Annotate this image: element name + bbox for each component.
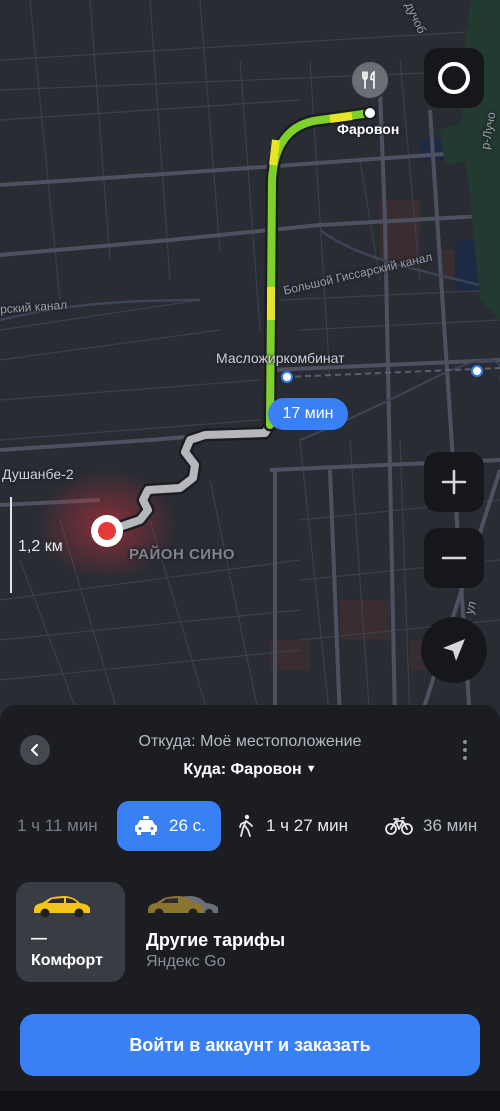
- zoom-in-button[interactable]: [424, 452, 484, 512]
- tariff-comfort-card[interactable]: — Комфорт: [16, 882, 125, 982]
- alice-icon: [438, 62, 470, 94]
- system-navigation-bar: [0, 1091, 500, 1111]
- other-tariffs-button[interactable]: Другие тарифы Яндекс Go: [146, 882, 396, 982]
- caret-down-icon: ▼: [305, 763, 317, 775]
- taxi-icon: [133, 815, 159, 837]
- route-eta-badge: 17 мин: [268, 398, 348, 430]
- tariff-name: Комфорт: [31, 952, 103, 969]
- more-dot: [463, 740, 467, 744]
- other-tariffs-subtitle: Яндекс Go: [146, 953, 226, 970]
- route-bottom-sheet: Откуда: Моё местоположение Куда: Фаровон…: [0, 705, 500, 1091]
- alice-button[interactable]: [424, 48, 484, 108]
- map-scale-label: 1,2 км: [18, 538, 63, 555]
- more-dot: [463, 756, 467, 760]
- login-and-order-button[interactable]: Войти в аккаунт и заказать: [20, 1014, 480, 1076]
- mode-bike-label: 36 мин: [423, 816, 478, 835]
- comfort-car-icon: [34, 896, 90, 918]
- district-label: РАЙОН СИНО: [129, 546, 236, 563]
- restaurant-icon: [362, 70, 375, 89]
- destination-poi-marker[interactable]: [350, 60, 390, 100]
- mode-car-tab[interactable]: 1 ч 11 мин: [17, 801, 98, 851]
- destination-map-label: Фаровон: [337, 121, 400, 137]
- more-options-button[interactable]: [455, 735, 475, 765]
- my-location-button[interactable]: [421, 617, 487, 683]
- mode-bike-tab[interactable]: 36 мин: [385, 801, 477, 851]
- from-field[interactable]: Откуда: Моё местоположение: [0, 733, 500, 751]
- minus-icon: [441, 556, 467, 560]
- transport-mode-tabs: 1 ч 11 мин 26 с. 1 ч 27 мин 36 мин: [0, 801, 500, 851]
- navigation-arrow-icon: [443, 639, 465, 661]
- zoom-out-button[interactable]: [424, 528, 484, 588]
- mode-walk-label: 1 ч 27 мин: [266, 816, 348, 835]
- map-scale-bar: [10, 497, 12, 593]
- map-view[interactable]: Фаровон Масложиркомбинат Душанбе-2 РАЙОН…: [0, 0, 500, 720]
- tariff-price: —: [31, 930, 47, 947]
- to-field-label: Куда: Фаровон: [183, 761, 302, 778]
- other-tariffs-title: Другие тарифы: [146, 930, 286, 950]
- plus-icon: [441, 469, 467, 495]
- mode-car-label: 1 ч 11 мин: [17, 816, 98, 835]
- mode-walk-tab[interactable]: 1 ч 27 мин: [236, 801, 348, 851]
- mode-taxi-label: 26 с.: [169, 816, 206, 835]
- walk-icon: [236, 814, 256, 838]
- other-tariffs-cars-icon: [148, 896, 218, 918]
- bike-icon: [385, 816, 413, 836]
- to-field[interactable]: Куда: Фаровон ▼: [0, 761, 500, 779]
- more-dot: [463, 748, 467, 752]
- city-station-label: Душанбе-2: [2, 466, 74, 482]
- mode-taxi-tab[interactable]: 26 с.: [117, 801, 221, 851]
- station-label: Масложиркомбинат: [216, 350, 345, 366]
